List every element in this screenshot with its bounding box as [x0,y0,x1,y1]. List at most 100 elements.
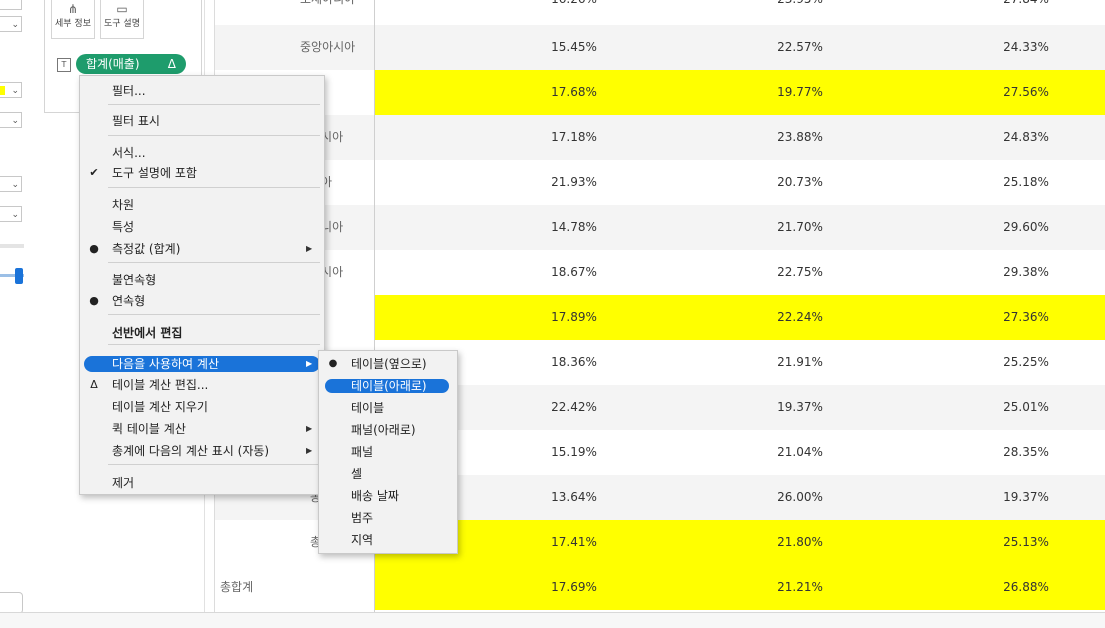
table-cell[interactable]: 22.75% [740,250,860,295]
table-cell[interactable]: 27.56% [966,70,1086,115]
table-cell[interactable]: 19.77% [740,70,860,115]
table-cell[interactable]: 25.25% [966,340,1086,385]
menu-item-attribute[interactable]: 특성 [80,216,324,238]
status-bar [0,612,1105,628]
table-cell[interactable]: 21.70% [740,205,860,250]
table-cell[interactable]: 17.69% [514,565,634,610]
submenu-item-cell[interactable]: 셀 [319,463,455,485]
menu-item-format[interactable]: 서식... [80,142,324,164]
slider-track[interactable] [0,244,24,248]
table-cell[interactable]: 13.64% [514,475,634,520]
table-cell[interactable]: 26.00% [740,475,860,520]
menu-mark-icon: Δ [90,378,98,391]
table-row[interactable]: 아시아 18.67% 22.75% 29.38% [214,250,1105,295]
menu-item-include-in-tooltip[interactable]: ✔ 도구 설명에 포함 [80,162,324,184]
submenu-item-table[interactable]: 테이블 [319,397,455,419]
submenu-item-pane-down[interactable]: 패널(아래로) [319,419,455,441]
tooltip-label: 도구 설명 [104,19,140,29]
submenu-item-ship-date[interactable]: 배송 날짜 [319,485,455,507]
table-cell[interactable]: 21.80% [740,520,860,565]
table-cell[interactable]: 24.33% [966,25,1086,70]
table-cell[interactable]: 14.78% [514,205,634,250]
row-values: 15.19% 21.04% 28.35% [374,430,1105,475]
menu-item-compute-using[interactable]: 다음을 사용하여 계산 ▶ [80,353,324,375]
table-cell[interactable]: 29.60% [966,205,1086,250]
table-cell[interactable]: 21.04% [740,430,860,475]
menu-item-edit-table-calc[interactable]: Δ 테이블 계산 편집... [80,374,324,396]
table-cell[interactable]: 22.57% [740,25,860,70]
menu-item-measure-sum[interactable]: ● 측정값 (합계) ▶ [80,238,324,260]
table-cell[interactable]: 18.67% [514,250,634,295]
dropdown-control[interactable]: ⌄ [0,112,22,128]
table-cell[interactable]: 16.26% [514,0,634,22]
table-cell[interactable]: 24.83% [966,115,1086,160]
submenu-item-label: 테이블(아래로) [351,379,427,393]
menu-item-label: 테이블 계산 지우기 [112,400,208,414]
table-cell[interactable]: 27.84% [966,0,1086,22]
submenu-item-table-down[interactable]: 테이블(아래로) [319,375,455,397]
menu-item-total-calc[interactable]: 총계에 다음의 계산 표시 (자동) ▶ [80,440,324,462]
table-cell[interactable]: 17.41% [514,520,634,565]
slider-thumb[interactable] [15,268,23,284]
table-cell[interactable]: 18.36% [514,340,634,385]
table-cell[interactable]: 21.21% [740,565,860,610]
table-cell[interactable]: 20.73% [740,160,860,205]
menu-item-edit-in-shelf[interactable]: 선반에서 편집 [80,322,324,344]
table-row[interactable]: 아시아 17.18% 23.88% 24.83% [214,115,1105,160]
menu-item-label: 서식... [112,146,146,160]
table-cell[interactable]: 17.18% [514,115,634,160]
table-cell[interactable]: 17.89% [514,295,634,340]
submenu-item-category[interactable]: 범주 [319,507,455,529]
dropdown-control[interactable]: ⌄ [0,206,22,222]
submenu-item-region[interactable]: 지역 [319,529,455,551]
tooltip-button[interactable]: ▭ 도구 설명 [100,0,144,39]
table-cell[interactable]: 29.38% [966,250,1086,295]
panel-button[interactable] [0,592,23,614]
submenu-arrow-icon: ▶ [306,244,313,253]
menu-mark-icon: ✔ [89,166,99,179]
submenu-item-table-across[interactable]: ● 테이블(옆으로) [319,353,455,375]
dropdown-control[interactable]: ⌄ [0,176,22,192]
table-cell[interactable]: 26.88% [966,565,1086,610]
menu-item-label: 총계에 다음의 계산 표시 (자동) [112,444,270,458]
menu-item-show-filter[interactable]: 필터 표시 [80,110,324,132]
table-cell[interactable]: 28.35% [966,430,1086,475]
table-cell[interactable]: 19.37% [740,385,860,430]
table-cell[interactable]: 25.13% [966,520,1086,565]
table-row[interactable]: 17.68% 19.77% 27.56% [214,70,1105,115]
menu-item-dimension[interactable]: 차원 [80,194,324,216]
table-row[interactable]: 중앙아시아 15.45% 22.57% 24.33% [214,25,1105,70]
menu-item-continuous[interactable]: ● 연속형 [80,290,324,312]
menu-separator [108,135,320,136]
table-cell[interactable]: 25.01% [966,385,1086,430]
menu-item-clear-table-calc[interactable]: 테이블 계산 지우기 [80,396,324,418]
table-cell[interactable]: 23.95% [740,0,860,22]
table-cell[interactable]: 15.19% [514,430,634,475]
table-cell[interactable]: 19.37% [966,475,1086,520]
table-row[interactable]: 시아21.93%20.73%25.18% [214,160,1105,205]
table-cell[interactable]: 21.91% [740,340,860,385]
table-cell[interactable]: 21.93% [514,160,634,205]
menu-item-filter[interactable]: 필터... [80,80,324,102]
table-cell[interactable]: 25.18% [966,160,1086,205]
table-row[interactable]: 17.89% 22.24% 27.36% [214,295,1105,340]
dropdown-control[interactable]: ⌄ [0,16,22,32]
menu-item-remove[interactable]: 제거 [80,472,324,494]
table-cell[interactable]: 23.88% [740,115,860,160]
measure-pill[interactable]: 합계(매출) Δ [76,54,186,74]
menu-item-discrete[interactable]: 불연속형 [80,269,324,291]
table-cell[interactable]: 17.68% [514,70,634,115]
submenu-item-pane[interactable]: 패널 [319,441,455,463]
table-cell[interactable]: 22.24% [740,295,860,340]
table-row[interactable]: 아니아 14.78% 21.70% 29.60% [214,205,1105,250]
table-row[interactable]: 오세아니아16.26%23.95%27.84% [214,0,1105,22]
table-cell[interactable]: 22.42% [514,385,634,430]
table-row[interactable]: 총합계 17.69% 21.21% 26.88% [214,565,1105,610]
table-cell[interactable]: 15.45% [514,25,634,70]
table-cell[interactable]: 27.36% [966,295,1086,340]
menu-separator [108,262,320,263]
detail-button[interactable]: ⋔ 세부 정보 [51,0,95,39]
menu-item-quick-table-calc[interactable]: 퀵 테이블 계산 ▶ [80,418,324,440]
color-dropdown[interactable]: ⌄ [0,82,22,98]
dropdown-control[interactable] [0,0,22,10]
